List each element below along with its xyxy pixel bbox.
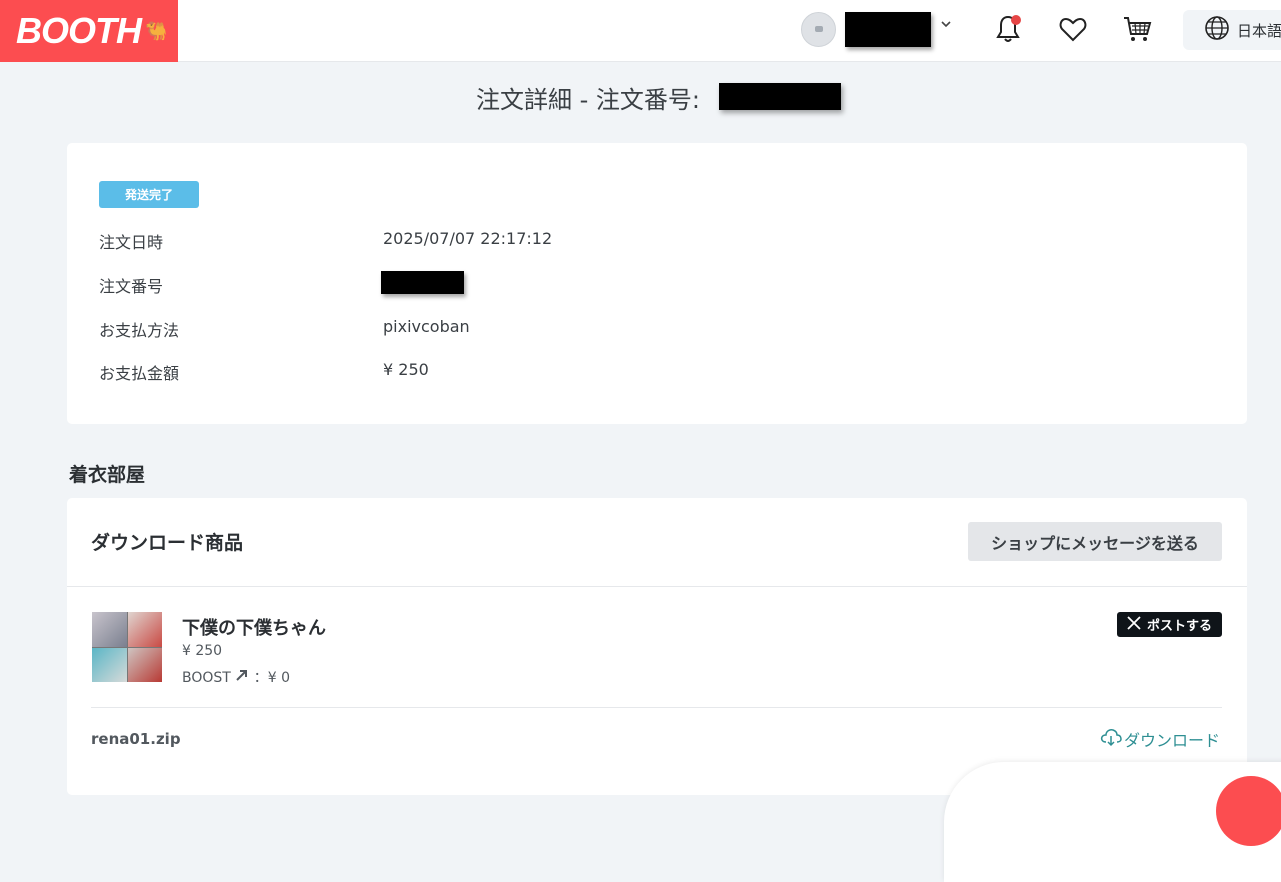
shop-name[interactable]: 着衣部屋 <box>69 460 145 487</box>
language-selector[interactable]: 日本語 <box>1183 10 1281 50</box>
divider <box>91 707 1222 708</box>
redacted-order-number <box>719 83 841 110</box>
download-link[interactable]: ダウンロード <box>1100 727 1220 751</box>
boost-arrow-icon <box>235 670 249 686</box>
post-button-label: ポストする <box>1146 619 1212 634</box>
item-name[interactable]: 下僕の下僕ちゃん <box>182 614 326 640</box>
logo-text: BOOTH <box>16 10 142 51</box>
order-date-value: 2025/07/07 22:17:12 <box>383 229 553 248</box>
payment-amount-value: ¥ 250 <box>383 360 429 379</box>
item-price: ¥ 250 <box>182 643 223 659</box>
booth-logo[interactable]: BOOTH 🐫 <box>0 0 178 62</box>
chevron-down-icon[interactable] <box>940 18 952 34</box>
redacted-order-number-value <box>381 271 464 294</box>
avatar[interactable] <box>801 12 836 47</box>
payment-method-label: お支払方法 <box>99 321 180 340</box>
download-label: ダウンロード <box>1124 731 1221 750</box>
download-items-card: ダウンロード商品 ショップにメッセージを送る 下僕の下僕ちゃん ¥ 250 BO… <box>67 498 1247 795</box>
camel-logo-icon: 🐫 <box>145 20 167 41</box>
item-thumbnail[interactable] <box>92 612 162 682</box>
divider <box>67 586 1247 587</box>
cloud-download-icon <box>1100 727 1122 751</box>
payment-method-value: pixivcoban <box>383 317 470 336</box>
order-summary-card: 発送完了 注文日時 2025/07/07 22:17:12 注文番号 お支払方法… <box>67 143 1247 424</box>
page-title: 注文詳細 - 注文番号: <box>476 85 701 114</box>
status-badge: 発送完了 <box>99 181 199 208</box>
globe-icon <box>1204 15 1230 45</box>
order-number-label: 注文番号 <box>99 277 164 296</box>
top-header: BOOTH 🐫 日本語 <box>0 0 1281 62</box>
file-name: rena01.zip <box>91 730 181 748</box>
x-post-button[interactable]: ポストする <box>1117 612 1222 637</box>
redacted-username[interactable] <box>845 12 931 47</box>
boost-label: BOOST <box>182 670 231 686</box>
payment-amount-label: お支払金額 <box>99 364 180 383</box>
boost-value: ：¥ 0 <box>253 670 291 686</box>
order-date-label: 注文日時 <box>99 233 164 252</box>
notification-dot <box>1011 15 1021 25</box>
language-label: 日本語 <box>1237 21 1281 40</box>
message-shop-button[interactable]: ショップにメッセージを送る <box>968 522 1222 561</box>
download-section-title: ダウンロード商品 <box>91 532 244 554</box>
item-boost: BOOST ：¥ 0 <box>182 667 290 687</box>
heart-icon[interactable] <box>1057 13 1089 45</box>
x-logo-icon <box>1127 615 1141 634</box>
cart-icon[interactable] <box>1121 13 1153 45</box>
floating-chat-button[interactable] <box>1216 776 1281 846</box>
